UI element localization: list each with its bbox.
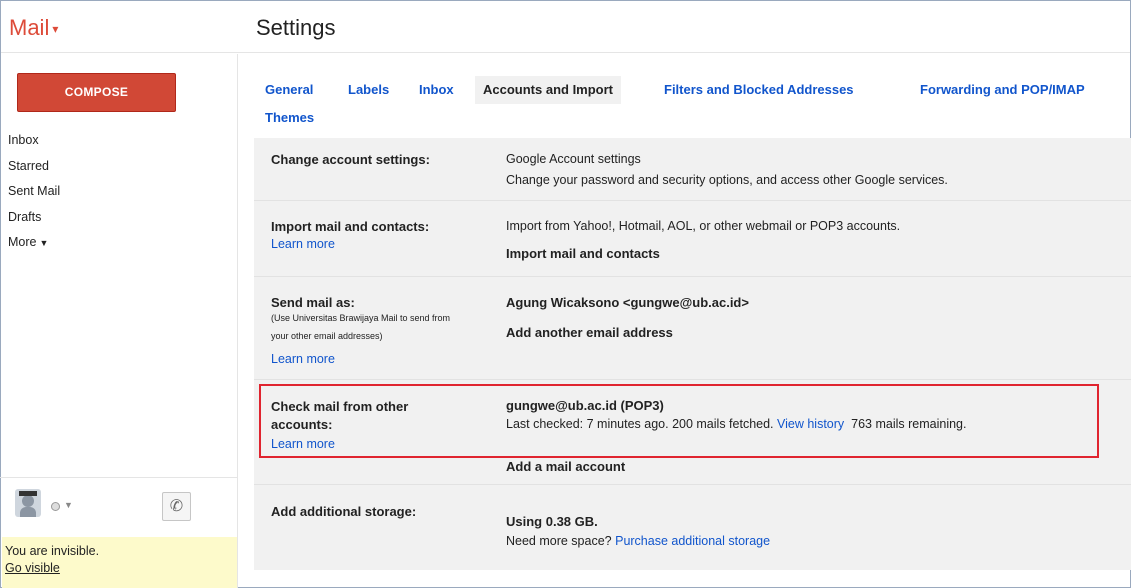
google-account-settings-link[interactable]: Google Account settings — [506, 151, 641, 168]
sidebar-item-more[interactable]: More ▼ — [8, 234, 60, 260]
add-mail-account-link[interactable]: Add a mail account — [506, 458, 625, 475]
chevron-down-icon: ▾ — [52, 22, 59, 37]
divider — [0, 477, 237, 478]
header: Mail ▾ Settings — [1, 1, 1130, 53]
storage-prompt-row: Need more space? Purchase additional sto… — [506, 533, 770, 550]
storage-usage: Using 0.38 GB. — [506, 514, 598, 529]
tab-forwarding[interactable]: Forwarding and POP/IMAP — [920, 82, 1085, 97]
tab-themes[interactable]: Themes — [265, 110, 314, 125]
tab-filters[interactable]: Filters and Blocked Addresses — [664, 82, 854, 97]
sidebar-item-sent-mail[interactable]: Sent Mail — [8, 183, 60, 209]
sidebar-item-label: More — [8, 235, 37, 249]
status-icon[interactable] — [51, 502, 60, 511]
send-mail-as-note: (Use Universitas Brawijaya Mail to send … — [271, 313, 451, 323]
row-divider — [254, 379, 1131, 380]
sidebar-item-drafts[interactable]: Drafts — [8, 209, 60, 235]
app-name: Mail — [9, 15, 50, 40]
purchase-storage-link[interactable]: Purchase additional storage — [615, 534, 770, 548]
send-as-account: Agung Wicaksono <gungwe@ub.ac.id> — [506, 295, 749, 310]
chevron-down-icon[interactable]: ▼ — [64, 500, 73, 510]
tab-inbox[interactable]: Inbox — [419, 82, 454, 97]
avatar[interactable] — [15, 489, 41, 517]
highlight-box — [259, 384, 1099, 458]
import-learn-more-link[interactable]: Learn more — [271, 237, 335, 251]
compose-button[interactable]: COMPOSE — [17, 73, 176, 112]
tab-labels[interactable]: Labels — [348, 82, 389, 97]
tab-accounts-and-import[interactable]: Accounts and Import — [475, 76, 622, 104]
graduation-cap-icon — [19, 491, 37, 496]
row-divider — [254, 484, 1131, 485]
send-mail-as-learn-more-link[interactable]: Learn more — [271, 352, 335, 366]
send-mail-as-note: your other email addresses) — [271, 331, 383, 341]
go-visible-link[interactable]: Go visible — [5, 559, 237, 577]
page-title: Settings — [256, 15, 336, 40]
sidebar-item-inbox[interactable]: Inbox — [8, 132, 60, 158]
phone-icon: ✆ — [169, 498, 184, 515]
chevron-down-icon: ▼ — [39, 238, 49, 248]
row-divider — [254, 276, 1131, 277]
import-description: Import from Yahoo!, Hotmail, AOL, or oth… — [506, 219, 901, 233]
phone-button[interactable]: ✆ — [162, 492, 191, 521]
import-mail-and-contacts-link[interactable]: Import mail and contacts — [506, 245, 660, 262]
add-email-address-link[interactable]: Add another email address — [506, 324, 673, 341]
chat-status-box: You are invisible. Go visible — [2, 537, 237, 588]
change-account-label: Change account settings: — [271, 152, 430, 167]
sidebar-item-starred[interactable]: Starred — [8, 158, 60, 184]
import-label: Import mail and contacts: — [271, 219, 430, 234]
divider — [237, 54, 238, 588]
tab-general[interactable]: General — [265, 82, 313, 97]
mail-menu[interactable]: Mail ▾ — [9, 15, 58, 41]
sidebar-nav: Inbox Starred Sent Mail Drafts More ▼ — [8, 132, 60, 260]
storage-label: Add additional storage: — [271, 504, 417, 519]
change-account-description: Change your password and security option… — [506, 173, 948, 187]
storage-prompt: Need more space? — [506, 534, 612, 548]
row-divider — [254, 200, 1131, 201]
chat-status-text: You are invisible. — [5, 544, 100, 558]
